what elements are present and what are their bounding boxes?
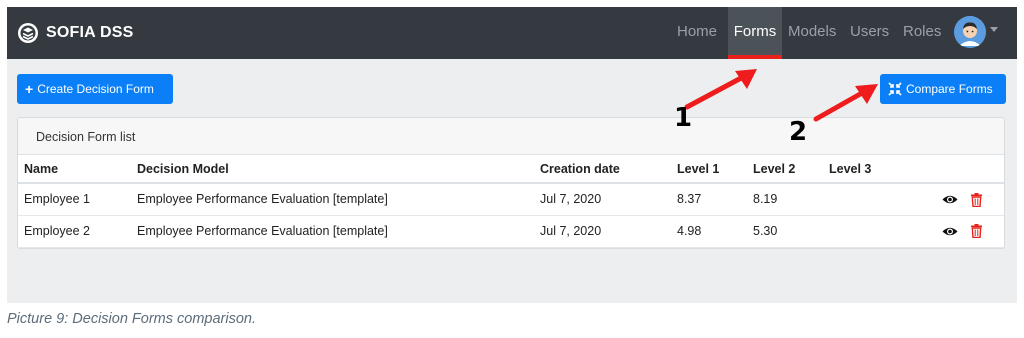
cell-level-3 [823,215,923,248]
top-navbar: SOFIA DSS Home Forms Models Users Roles [7,7,1017,59]
app-window: SOFIA DSS Home Forms Models Users Roles … [7,7,1017,303]
col-name[interactable]: Name [18,155,131,184]
active-tab-indicator [728,55,782,59]
annotation-marker-1: 1 [674,103,693,133]
cell-creation-date: Jul 7, 2020 [534,183,671,216]
col-level-2[interactable]: Level 2 [747,155,823,184]
row-actions [923,215,1004,248]
annotation-arrow-2 [813,84,878,122]
col-creation-date[interactable]: Creation date [534,155,671,184]
compare-forms-button[interactable]: Compare Forms [880,74,1006,104]
cell-level-2: 8.19 [747,183,823,216]
cell-level-3 [823,183,923,216]
cell-creation-date: Jul 7, 2020 [534,215,671,248]
eye-icon[interactable] [942,226,958,237]
nav-forms[interactable]: Forms [728,7,782,59]
create-decision-form-label: Create Decision Form [37,82,154,96]
row-actions [923,183,1004,216]
decision-form-table: Name Decision Model Creation date Level … [18,155,1004,248]
compress-arrows-icon [888,82,902,96]
cell-level-1: 8.37 [671,183,747,216]
create-decision-form-button[interactable]: + Create Decision Form [17,74,173,104]
nav-forms-label: Forms [733,23,777,40]
annotation-marker-2: 2 [789,117,808,147]
nav-users[interactable]: Users [850,21,889,43]
table-header-row: Name Decision Model Creation date Level … [18,155,1004,184]
brand[interactable]: SOFIA DSS [17,20,133,46]
cell-decision-model: Employee Performance Evaluation [templat… [131,183,534,216]
cell-name: Employee 1 [18,183,131,216]
nav-models[interactable]: Models [788,21,836,43]
col-level-3[interactable]: Level 3 [823,155,923,184]
cell-level-1: 4.98 [671,215,747,248]
sofia-logo-icon [18,23,38,43]
compare-forms-label: Compare Forms [906,82,993,96]
trash-icon[interactable] [971,224,982,239]
trash-icon[interactable] [971,192,982,207]
col-decision-model[interactable]: Decision Model [131,155,534,184]
cell-level-2: 5.30 [747,215,823,248]
figure-caption: Picture 9: Decision Forms comparison. [7,311,256,327]
cell-decision-model: Employee Performance Evaluation [templat… [131,215,534,248]
nav-roles[interactable]: Roles [903,21,941,43]
nav-home[interactable]: Home [677,21,717,43]
decision-form-list-card: Decision Form list Name Decision Model C… [17,117,1005,249]
eye-icon[interactable] [942,194,958,205]
cell-name: Employee 2 [18,215,131,248]
table-row[interactable]: Employee 2 Employee Performance Evaluati… [18,215,1004,248]
col-actions [923,155,1004,184]
annotation-arrow-1 [684,69,757,110]
user-avatar[interactable] [954,16,986,48]
chevron-down-icon[interactable] [990,27,998,32]
col-level-1[interactable]: Level 1 [671,155,747,184]
avatar-icon [954,16,986,48]
table-row[interactable]: Employee 1 Employee Performance Evaluati… [18,183,1004,216]
plus-icon: + [25,81,34,97]
brand-name: SOFIA DSS [46,24,134,41]
